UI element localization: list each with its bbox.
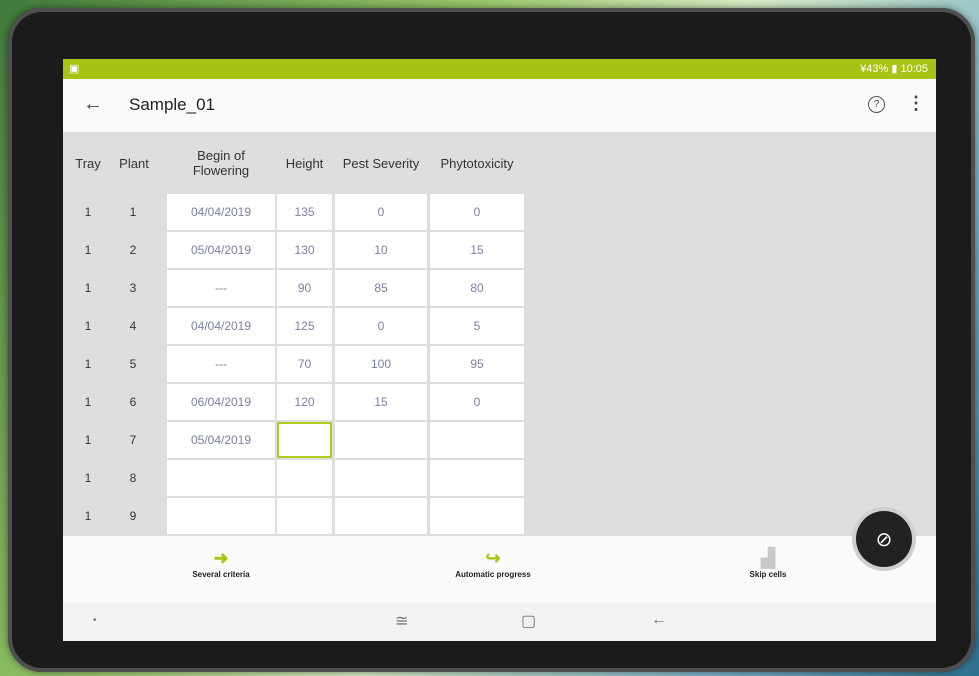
cell-phyto[interactable] xyxy=(430,422,524,458)
row-plant: 8 xyxy=(129,471,137,485)
cell-flowering[interactable]: 04/04/2019 xyxy=(167,308,275,344)
cell-pest[interactable] xyxy=(335,422,427,458)
cell-flowering[interactable]: 06/04/2019 xyxy=(167,384,275,420)
status-bar: ▣ ¥43% ▮ 10:05 xyxy=(63,59,936,79)
column-header-plant: Plant xyxy=(119,155,149,171)
cell-flowering[interactable]: --- xyxy=(167,346,275,382)
cell-height[interactable]: 125 xyxy=(277,308,332,344)
back-arrow-icon[interactable]: ← xyxy=(83,93,103,116)
arrow-right-icon: ➜ xyxy=(213,548,229,568)
cell-pest[interactable]: 100 xyxy=(335,346,427,382)
row-plant: 6 xyxy=(129,395,137,409)
cell-height[interactable]: 130 xyxy=(277,232,332,268)
nav-back-icon[interactable]: ← xyxy=(651,611,667,629)
column-header-height: Height xyxy=(285,155,324,171)
cell-height[interactable] xyxy=(277,422,332,458)
skip-cells-button[interactable]: ▟ Skip cells xyxy=(733,548,803,579)
nav-dot-icon: • xyxy=(93,615,97,626)
cell-flowering[interactable]: 05/04/2019 xyxy=(167,232,275,268)
redo-arrow-icon: ↪ xyxy=(485,548,501,568)
column-header-tray: Tray xyxy=(75,155,101,171)
row-plant: 9 xyxy=(129,509,137,523)
cell-pest[interactable] xyxy=(335,498,427,534)
cell-phyto[interactable]: 0 xyxy=(430,384,524,420)
cell-pest[interactable]: 10 xyxy=(335,232,427,268)
cell-height[interactable] xyxy=(277,460,332,496)
help-icon[interactable]: ? xyxy=(868,96,885,113)
cell-pest[interactable] xyxy=(335,460,427,496)
image-icon: ▣ xyxy=(69,63,80,75)
system-nav-bar: • ≅ ▢ ← xyxy=(63,602,936,641)
row-tray: 1 xyxy=(84,509,92,523)
automatic-progress-button[interactable]: ↪ Automatic progress xyxy=(448,548,538,579)
row-tray: 1 xyxy=(84,243,92,257)
row-tray: 1 xyxy=(84,357,92,371)
automatic-progress-label: Automatic progress xyxy=(455,570,531,579)
row-plant: 7 xyxy=(129,433,137,447)
row-plant: 4 xyxy=(129,319,137,333)
several-criteria-button[interactable]: ➜ Several criteria xyxy=(181,548,261,579)
cell-phyto[interactable]: 95 xyxy=(430,346,524,382)
row-plant: 5 xyxy=(129,357,137,371)
tablet-frame: ▣ ¥43% ▮ 10:05 ← Sample_01 ? ⋮ Tray Plant… xyxy=(8,8,975,672)
cell-height[interactable] xyxy=(277,498,332,534)
row-tray: 1 xyxy=(84,471,92,485)
cell-flowering[interactable]: 04/04/2019 xyxy=(167,194,275,230)
cell-height[interactable]: 70 xyxy=(277,346,332,382)
cell-phyto[interactable] xyxy=(430,498,524,534)
cell-phyto[interactable]: 15 xyxy=(430,232,524,268)
cell-phyto[interactable]: 80 xyxy=(430,270,524,306)
row-tray: 1 xyxy=(84,205,92,219)
skip-cells-icon: ▟ xyxy=(761,548,775,568)
page-title: Sample_01 xyxy=(129,95,216,114)
row-tray: 1 xyxy=(84,281,92,295)
cell-pest[interactable]: 85 xyxy=(335,270,427,306)
several-criteria-label: Several criteria xyxy=(192,570,250,579)
cell-flowering[interactable]: --- xyxy=(167,270,275,306)
row-tray: 1 xyxy=(84,395,92,409)
bottom-toolbar: ➜ Several criteria ↪ Automatic progress … xyxy=(63,536,936,602)
home-icon[interactable]: ▢ xyxy=(521,611,536,631)
row-tray: 1 xyxy=(84,319,92,333)
cell-pest[interactable]: 0 xyxy=(335,308,427,344)
column-header-phyto: Phytotoxicity xyxy=(440,155,514,171)
cell-phyto[interactable] xyxy=(430,460,524,496)
column-header-flowering: Begin of Flowering xyxy=(192,148,250,178)
row-tray: 1 xyxy=(84,433,92,447)
status-right: ¥43% ▮ 10:05 xyxy=(860,63,928,75)
cell-pest[interactable]: 15 xyxy=(335,384,427,420)
cell-pest[interactable]: 0 xyxy=(335,194,427,230)
data-grid: Tray Plant Begin of Flowering Height Pest Se… xyxy=(63,132,936,536)
recents-icon[interactable]: ≅ xyxy=(395,611,408,631)
screen: ▣ ¥43% ▮ 10:05 ← Sample_01 ? ⋮ Tray Plant… xyxy=(63,59,936,641)
cell-flowering[interactable] xyxy=(167,460,275,496)
cell-phyto[interactable]: 0 xyxy=(430,194,524,230)
more-menu-icon[interactable]: ⋮ xyxy=(907,93,925,114)
cell-flowering[interactable]: 05/04/2019 xyxy=(167,422,275,458)
column-header-pest: Pest Severity xyxy=(342,155,420,171)
app-bar: ← Sample_01 ? ⋮ xyxy=(63,79,936,132)
cell-height[interactable]: 90 xyxy=(277,270,332,306)
row-plant: 3 xyxy=(129,281,137,295)
cell-height[interactable]: 135 xyxy=(277,194,332,230)
mic-off-icon[interactable]: ⊘ xyxy=(856,511,912,567)
row-plant: 1 xyxy=(129,205,137,219)
cell-height[interactable]: 120 xyxy=(277,384,332,420)
row-plant: 2 xyxy=(129,243,137,257)
cell-flowering[interactable] xyxy=(167,498,275,534)
skip-cells-label: Skip cells xyxy=(749,570,787,579)
cell-phyto[interactable]: 5 xyxy=(430,308,524,344)
